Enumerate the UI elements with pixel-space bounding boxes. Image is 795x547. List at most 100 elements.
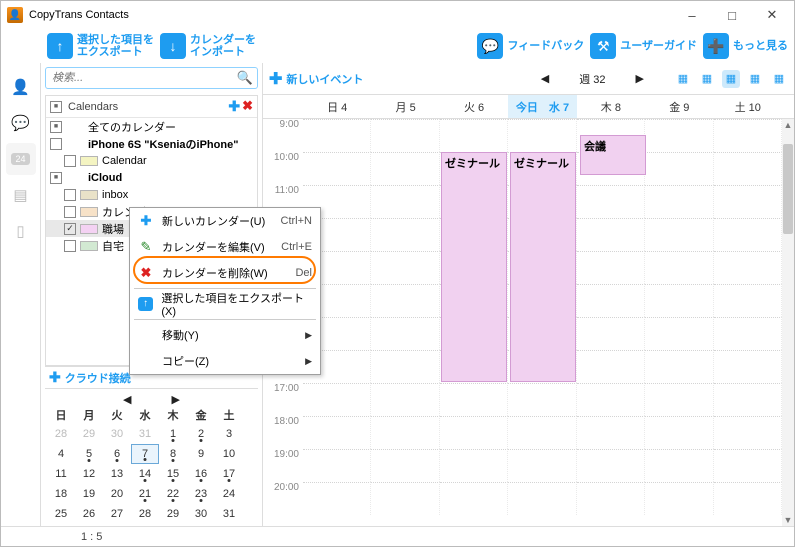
tree-row-iphone[interactable]: iPhone 6S "KseniaのiPhone": [46, 135, 257, 152]
mc-day[interactable]: 16: [187, 464, 215, 484]
ctx-new-calendar[interactable]: ✚ 新しいカレンダー(U) Ctrl+N: [130, 208, 320, 234]
time-slot[interactable]: [645, 482, 713, 515]
dayhdr-today[interactable]: 今日 水 7: [508, 95, 576, 118]
time-slot[interactable]: [714, 350, 782, 383]
time-slot[interactable]: [371, 482, 439, 515]
mc-day[interactable]: 9: [187, 444, 215, 464]
dayhdr-tue[interactable]: 火 6: [440, 95, 508, 118]
view-list-icon[interactable]: ▦: [770, 70, 788, 88]
time-slot[interactable]: [714, 251, 782, 284]
mc-day[interactable]: 29: [159, 504, 187, 524]
dayhdr-mon[interactable]: 月 5: [371, 95, 439, 118]
time-slot[interactable]: [440, 416, 508, 449]
mc-day[interactable]: 17: [215, 464, 243, 484]
time-slot[interactable]: [371, 383, 439, 416]
time-slot[interactable]: [645, 350, 713, 383]
mc-day[interactable]: 5: [75, 444, 103, 464]
tree-delete-icon[interactable]: ✖: [242, 98, 253, 115]
mc-day[interactable]: 1: [159, 424, 187, 444]
time-slot[interactable]: [577, 317, 645, 350]
mc-day[interactable]: 24: [215, 484, 243, 504]
mc-day[interactable]: 20: [103, 484, 131, 504]
mc-day[interactable]: 6: [103, 444, 131, 464]
search-icon[interactable]: 🔍: [237, 70, 253, 86]
time-slot[interactable]: [371, 449, 439, 482]
time-slot[interactable]: [303, 383, 371, 416]
time-slot[interactable]: [303, 449, 371, 482]
tab-calendar-icon[interactable]: 24: [6, 143, 36, 175]
new-event-button[interactable]: ✚ 新しいイベント: [269, 69, 363, 89]
ctx-edit-calendar[interactable]: ✎ カレンダーを編集(V) Ctrl+E: [130, 234, 320, 260]
tree-row-inbox[interactable]: inbox: [46, 186, 257, 203]
mc-next[interactable]: ▶: [172, 393, 180, 406]
mc-day[interactable]: 22: [159, 484, 187, 504]
time-slot[interactable]: [508, 119, 576, 152]
scroll-down-icon[interactable]: ▼: [782, 514, 794, 526]
time-slot[interactable]: [645, 449, 713, 482]
time-slot[interactable]: [440, 383, 508, 416]
mc-day[interactable]: 10: [215, 444, 243, 464]
scroll-up-icon[interactable]: ▲: [782, 119, 794, 131]
time-slot[interactable]: [371, 119, 439, 152]
time-slot[interactable]: [371, 152, 439, 185]
time-slot[interactable]: [645, 218, 713, 251]
tree-row-iphone-cal[interactable]: Calendar: [46, 152, 257, 169]
time-slot[interactable]: [645, 185, 713, 218]
close-button[interactable]: ✕: [752, 2, 792, 28]
export-button[interactable]: ↑ 選択した項目を エクスポート: [47, 33, 154, 59]
dayhdr-sun[interactable]: 日 4: [303, 95, 371, 118]
time-slot[interactable]: [577, 449, 645, 482]
time-slot[interactable]: [714, 185, 782, 218]
mc-day[interactable]: 13: [103, 464, 131, 484]
time-slot[interactable]: [577, 383, 645, 416]
chk-work[interactable]: [64, 223, 76, 235]
mc-prev[interactable]: ◀: [123, 393, 131, 406]
dayhdr-thu[interactable]: 木 8: [577, 95, 645, 118]
time-slot[interactable]: [714, 383, 782, 416]
time-slot[interactable]: [508, 449, 576, 482]
mc-day[interactable]: 18: [47, 484, 75, 504]
chk-icloud[interactable]: [50, 172, 62, 184]
tree-add-icon[interactable]: ✚: [228, 98, 240, 115]
search-field[interactable]: 🔍: [45, 67, 258, 89]
mc-day[interactable]: 28: [131, 504, 159, 524]
dayhdr-sat[interactable]: 土 10: [714, 95, 782, 118]
time-slot[interactable]: [577, 185, 645, 218]
mc-day[interactable]: 12: [75, 464, 103, 484]
week-grid[interactable]: 9:0010:0011:0012:0013:0014:0015:0016:001…: [263, 119, 794, 526]
event-seminar-2[interactable]: ゼミナール: [510, 152, 576, 382]
time-slot[interactable]: [440, 119, 508, 152]
time-slot[interactable]: [371, 317, 439, 350]
time-slot[interactable]: [714, 119, 782, 152]
tab-device-icon[interactable]: ▯: [6, 215, 36, 247]
import-button[interactable]: ↓ カレンダーを インポート: [160, 33, 256, 59]
mc-day[interactable]: 28: [47, 424, 75, 444]
time-slot[interactable]: [577, 251, 645, 284]
time-slot[interactable]: [577, 482, 645, 515]
time-slot[interactable]: [645, 119, 713, 152]
tree-header-checkbox[interactable]: [50, 101, 62, 113]
scrollbar[interactable]: ▲ ▼: [782, 119, 794, 526]
time-slot[interactable]: [303, 152, 371, 185]
time-slot[interactable]: [371, 218, 439, 251]
tab-contacts-icon[interactable]: 👤: [6, 71, 36, 103]
ctx-copy[interactable]: コピー(Z) ▶: [130, 348, 320, 374]
time-slot[interactable]: [714, 416, 782, 449]
mc-day[interactable]: 29: [75, 424, 103, 444]
time-slot[interactable]: [577, 350, 645, 383]
time-slot[interactable]: [371, 416, 439, 449]
chk-iphone[interactable]: [50, 138, 62, 150]
view-month-icon[interactable]: ▦: [746, 70, 764, 88]
feedback-button[interactable]: 💬 フィードバック: [477, 33, 584, 59]
more-button[interactable]: ➕ もっと見る: [703, 33, 788, 59]
mc-day[interactable]: 26: [75, 504, 103, 524]
minimize-button[interactable]: –: [672, 2, 712, 28]
mc-day[interactable]: 11: [47, 464, 75, 484]
chk-all[interactable]: [50, 121, 62, 133]
mc-day[interactable]: 14: [131, 464, 159, 484]
time-slot[interactable]: [645, 383, 713, 416]
mc-day[interactable]: 21: [131, 484, 159, 504]
mc-day[interactable]: 2: [187, 424, 215, 444]
ctx-export[interactable]: ↑ 選択した項目をエクスポート(X): [130, 291, 320, 317]
time-slot[interactable]: [508, 482, 576, 515]
